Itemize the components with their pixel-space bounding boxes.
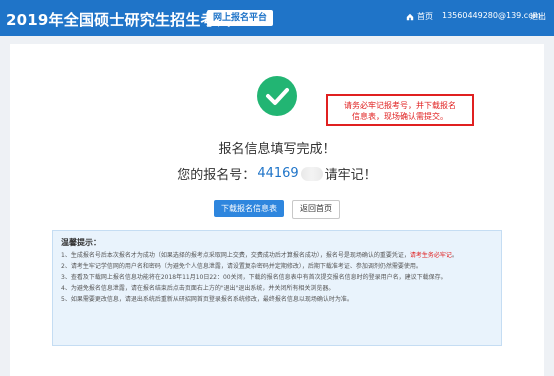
logout-link[interactable]: 退出 — [530, 11, 546, 22]
tips-list: 1、生成报名号后本次报名才为成功（如果选择的报考点采取网上交费，交费成功后才算报… — [61, 251, 493, 305]
tip-emphasis: 请考生务必牢记 — [409, 252, 452, 259]
main-card: 请务必牢记报考号，并下载报名 信息表，现场确认需提交。 报名信息填写完成！ 您的… — [10, 44, 544, 376]
redacted-digits — [300, 166, 323, 181]
action-buttons: 下载报名信息表 返回首页 — [10, 200, 544, 219]
completion-title: 报名信息填写完成！ — [218, 142, 336, 157]
tip-item-4: 4、为避免报名信息泄露，请在报名结束后点击页面右上方的"退出"退出系统，并关闭所… — [61, 285, 335, 292]
success-check-icon — [257, 76, 297, 116]
reg-prefix: 您的报名号： — [177, 168, 256, 183]
top-header: 2019年全国硕士研究生招生考试 网上报名平台 首页 13560449280@1… — [0, 0, 554, 36]
tip-item-2: 2、请考生牢记学信网的用户名和密码（为避免个人信息泄露，请设置复杂密码并定期修改… — [61, 263, 422, 270]
back-home-button[interactable]: 返回首页 — [292, 200, 340, 219]
tips-title: 温馨提示： — [61, 238, 101, 247]
tip-item-5: 5、如果需要更改信息，请退出系统后重新从研招网首页登录报名系统修改，最终报名信息… — [61, 296, 353, 303]
reminder-line-2: 信息表，现场确认需提交。 — [352, 112, 448, 121]
download-form-button[interactable]: 下载报名信息表 — [214, 200, 284, 217]
nav-home-label: 首页 — [417, 12, 433, 21]
nav-home-link[interactable]: 首页 — [406, 11, 433, 22]
site-title: 2019年全国硕士研究生招生考试 — [6, 11, 231, 29]
reminder-notice: 请务必牢记报考号，并下载报名 信息表，现场确认需提交。 — [326, 94, 474, 126]
registration-number-line: 您的报名号： 44169 请牢记！ — [10, 164, 544, 183]
reminder-line-1: 请务必牢记报考号，并下载报名 — [344, 101, 456, 110]
tip-item-1: 1、生成报名号后本次报名才为成功（如果选择的报考点采取网上交费，交费成功后才算报… — [61, 252, 458, 259]
tip-item-3: 3、查看及下载网上报名信息功能将在2018年11月10日22：00关闭，下载的报… — [61, 274, 447, 281]
registration-number: 44169 — [257, 166, 299, 181]
home-icon — [406, 13, 414, 21]
tips-panel: 温馨提示： 1、生成报名号后本次报名才为成功（如果选择的报考点采取网上交费，交费… — [52, 230, 502, 346]
user-account: 13560449280@139.com — [442, 11, 541, 20]
platform-badge: 网上报名平台 — [207, 10, 274, 26]
reg-suffix: 请牢记！ — [324, 168, 377, 183]
